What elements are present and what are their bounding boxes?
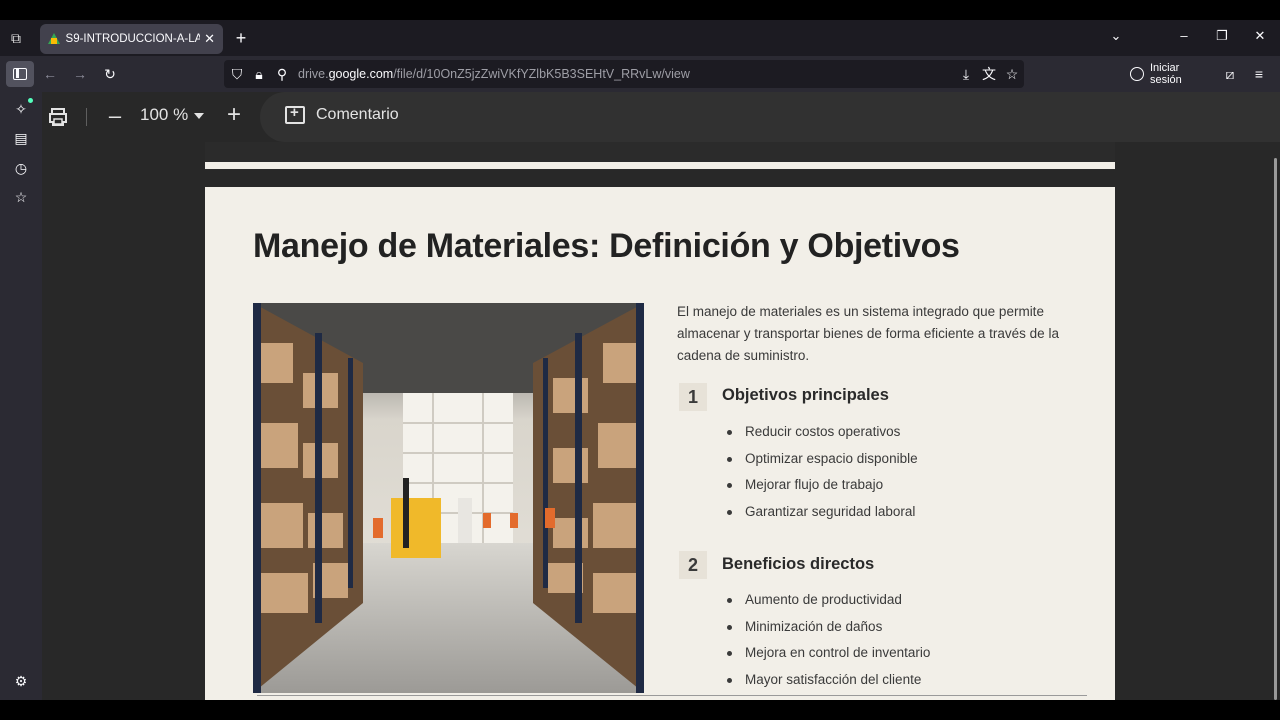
notification-dot xyxy=(28,98,33,103)
document-viewer: – 100 % + Comentario Manejo de Materiale… xyxy=(42,92,1280,700)
url-prefix: drive. xyxy=(298,67,329,81)
list-item: Reducir costos operativos xyxy=(723,421,918,448)
page-bottom-rule xyxy=(257,695,1087,696)
zoom-out-icon[interactable]: – xyxy=(104,105,126,127)
synced-tabs-icon[interactable]: ▤ xyxy=(10,127,32,149)
sidebar-icon xyxy=(13,68,27,80)
toolbar-divider xyxy=(86,108,87,126)
browser-sidebar: ✧ ▤ ◷ ☆ ⚙ xyxy=(0,92,42,700)
bottom-letterbox xyxy=(0,700,1280,720)
zoom-dropdown-icon[interactable] xyxy=(194,113,204,119)
list-item: Mejorar flujo de trabajo xyxy=(723,474,918,501)
top-letterbox xyxy=(0,0,1280,20)
tab-title: S9-INTRODUCCION-A-LA-LOGISTICA xyxy=(65,33,201,45)
close-tab-icon[interactable]: ✕ xyxy=(204,31,215,47)
tab-overflow-chevron-icon[interactable]: ⌄ xyxy=(1106,28,1126,44)
zoom-level[interactable]: 100 % xyxy=(140,105,188,125)
forward-icon[interactable]: → xyxy=(69,63,91,85)
permissions-icon[interactable]: ⚲ xyxy=(271,63,293,85)
list-item: Mayor satisfacción del cliente xyxy=(723,669,930,696)
bookmark-star-icon[interactable]: ☆ xyxy=(1001,63,1023,85)
section-title-beneficios: Beneficios directos xyxy=(722,555,875,573)
viewer-toolbar: – 100 % + Comentario xyxy=(42,92,1280,142)
list-item: Optimizar espacio disponible xyxy=(723,448,918,475)
section-number-1: 1 xyxy=(679,383,707,411)
comment-label: Comentario xyxy=(316,106,399,123)
add-comment-icon xyxy=(285,104,305,124)
tab-strip: ⧉ S9-INTRODUCCION-A-LA-LOGISTICA ✕ + ⌄ –… xyxy=(0,20,1280,56)
url-path: /file/d/10OnZ5jzZwiVKfYZlbK5B3SEHtV_RRvL… xyxy=(393,67,690,81)
browser-tab[interactable]: S9-INTRODUCCION-A-LA-LOGISTICA ✕ xyxy=(40,24,223,54)
viewer-scrollbar[interactable] xyxy=(1274,158,1277,700)
warehouse-photo xyxy=(253,303,644,693)
tab-list-icon[interactable]: ⧉ xyxy=(6,28,26,48)
reload-icon[interactable]: ↻ xyxy=(99,63,121,85)
comment-button[interactable]: Comentario xyxy=(260,92,1280,142)
menu-icon[interactable]: ≡ xyxy=(1248,63,1270,85)
objetivos-list: Reducir costos operativos Optimizar espa… xyxy=(723,421,918,527)
section-number-2: 2 xyxy=(679,551,707,579)
signin-button[interactable]: Iniciar sesión xyxy=(1124,62,1214,86)
section-title-objetivos: Objetivos principales xyxy=(722,386,889,404)
translate-icon[interactable]: 文 xyxy=(978,63,1000,85)
url-text[interactable]: drive.google.com/file/d/10OnZ5jzZwiVKfYZ… xyxy=(298,67,690,81)
intro-paragraph: El manejo de materiales es un sistema in… xyxy=(677,304,1059,363)
list-item: Mejora en control de inventario xyxy=(723,642,930,669)
close-window-icon[interactable]: ✕ xyxy=(1250,28,1270,44)
list-item: Aumento de productividad xyxy=(723,589,930,616)
download-icon[interactable]: ⤓ xyxy=(955,63,977,85)
history-icon[interactable]: ◷ xyxy=(10,157,32,179)
sidebar-toggle-button[interactable] xyxy=(6,61,34,87)
google-drive-icon xyxy=(48,33,60,45)
beneficios-list: Aumento de productividad Minimización de… xyxy=(723,589,930,695)
print-icon[interactable] xyxy=(46,105,70,129)
extensions-icon[interactable]: ⧄ xyxy=(1219,63,1241,85)
list-item: Garantizar seguridad laboral xyxy=(723,501,918,528)
slide-title: Manejo de Materiales: Definición y Objet… xyxy=(253,227,960,265)
url-domain: google.com xyxy=(328,67,394,81)
settings-gear-icon[interactable]: ⚙ xyxy=(10,670,32,692)
minimize-icon[interactable]: – xyxy=(1174,28,1194,43)
previous-page-edge xyxy=(205,162,1115,169)
list-item: Minimización de daños xyxy=(723,616,930,643)
new-tab-icon[interactable]: + xyxy=(232,28,250,48)
restore-icon[interactable]: ❐ xyxy=(1212,28,1232,44)
account-icon xyxy=(1130,67,1144,81)
bookmarks-icon[interactable]: ☆ xyxy=(10,186,32,208)
signin-label: Iniciar sesión xyxy=(1149,62,1182,86)
back-icon[interactable]: ← xyxy=(39,63,61,85)
shield-icon[interactable]: ⛉ xyxy=(226,63,248,85)
address-bar[interactable]: ⛉ 🔒︎ ⚲ drive.google.com/file/d/10OnZ5jzZ… xyxy=(224,60,1024,88)
slide-page: Manejo de Materiales: Definición y Objet… xyxy=(205,187,1115,700)
lock-icon[interactable]: 🔒︎ xyxy=(248,63,270,85)
zoom-in-icon[interactable]: + xyxy=(223,103,245,127)
